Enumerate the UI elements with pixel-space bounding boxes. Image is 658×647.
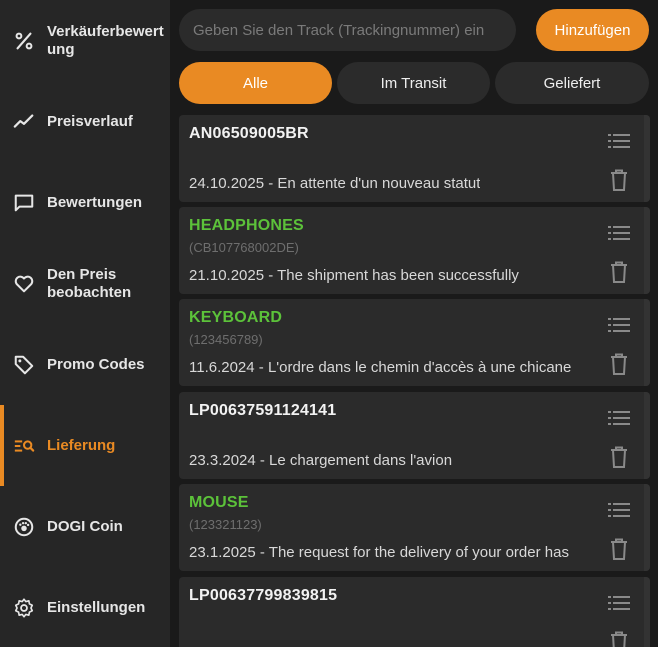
details-list-icon[interactable] <box>608 501 630 519</box>
track-title: LP00637799839815 <box>189 587 338 604</box>
tracking-card[interactable]: HEADPHONES (CB107768002DE) 21.10.2025 - … <box>179 207 650 294</box>
track-title: AN06509005BR <box>189 125 309 142</box>
sidebar-item-label: Preisverlauf <box>47 112 133 130</box>
trash-icon[interactable] <box>610 446 628 468</box>
sidebar-item-label: Promo Codes <box>47 355 145 373</box>
sidebar-item-promo-codes[interactable]: Promo Codes <box>0 324 170 405</box>
sidebar-item-watch-price[interactable]: Den Preis beobachten <box>0 243 170 324</box>
sidebar-item-label: Verkäuferbewertung <box>47 22 164 58</box>
sidebar-item-seller-rating[interactable]: Verkäuferbewertung <box>0 0 170 81</box>
trash-icon[interactable] <box>610 169 628 191</box>
card-scrollbar <box>644 577 650 647</box>
track-number: (123456789) <box>189 332 263 347</box>
delivery-panel: Hinzufügen Alle Im Transit Geliefert AN0… <box>170 0 658 647</box>
trash-icon[interactable] <box>610 261 628 283</box>
card-scrollbar <box>644 299 650 386</box>
details-list-icon[interactable] <box>608 132 630 150</box>
track-status: 23.3.2024 - Le chargement dans l'avion <box>189 452 453 469</box>
card-scrollbar <box>644 207 650 294</box>
sidebar-item-label: Den Preis beobachten <box>47 265 132 301</box>
trash-icon[interactable] <box>610 353 628 375</box>
tracking-card[interactable]: LP00637591124141 23.3.2024 - Le chargeme… <box>179 392 650 479</box>
sidebar: Verkäuferbewertung Preisverlauf Bewertun… <box>0 0 170 647</box>
filter-tab-in-transit[interactable]: Im Transit <box>337 62 490 104</box>
percent-icon <box>13 30 35 52</box>
coin-icon <box>13 516 35 538</box>
track-status: 21.10.2025 - The shipment has been succe… <box>189 267 519 284</box>
trash-icon[interactable] <box>610 538 628 560</box>
track-status: 11.6.2024 - L'ordre dans le chemin d'acc… <box>189 359 572 376</box>
tracking-card[interactable]: MOUSE (123321123) 23.1.2025 - The reques… <box>179 484 650 571</box>
tracking-number-input[interactable] <box>179 9 516 51</box>
details-list-icon[interactable] <box>608 224 630 242</box>
sidebar-item-label: Lieferung <box>47 436 116 454</box>
card-scrollbar <box>644 484 650 571</box>
track-number: (123321123) <box>189 517 262 532</box>
filter-tab-all[interactable]: Alle <box>179 62 332 104</box>
details-list-icon[interactable] <box>608 409 630 427</box>
sidebar-item-label: DOGI Coin <box>47 517 123 535</box>
heart-icon <box>13 273 35 295</box>
track-number: (CB107768002DE) <box>189 240 299 255</box>
sidebar-item-label: Einstellungen <box>47 598 146 616</box>
trend-line-icon <box>13 111 35 133</box>
tracking-card[interactable]: LP00637799839815 <box>179 577 650 647</box>
chat-bubble-icon <box>13 192 35 214</box>
sidebar-item-settings[interactable]: Einstellungen <box>0 567 170 647</box>
track-title: HEADPHONES <box>189 217 304 234</box>
card-scrollbar <box>644 115 650 202</box>
track-status: 24.10.2025 - En attente d'un nouveau sta… <box>189 175 481 192</box>
track-title: MOUSE <box>189 494 249 511</box>
sidebar-item-label: Bewertungen <box>47 193 143 211</box>
tag-icon <box>13 354 35 376</box>
trash-icon[interactable] <box>610 631 628 647</box>
tracking-card[interactable]: KEYBOARD (123456789) 11.6.2024 - L'ordre… <box>179 299 650 386</box>
sidebar-item-reviews[interactable]: Bewertungen <box>0 162 170 243</box>
sidebar-item-dogi-coin[interactable]: DOGI Coin <box>0 486 170 567</box>
sidebar-item-price-history[interactable]: Preisverlauf <box>0 81 170 162</box>
details-list-icon[interactable] <box>608 594 630 612</box>
filter-tab-delivered[interactable]: Geliefert <box>495 62 649 104</box>
track-title: KEYBOARD <box>189 309 283 326</box>
tracking-card[interactable]: AN06509005BR 24.10.2025 - En attente d'u… <box>179 115 650 202</box>
gear-icon <box>13 597 35 619</box>
track-status: 23.1.2025 - The request for the delivery… <box>189 544 569 561</box>
card-scrollbar <box>644 392 650 479</box>
add-tracking-button[interactable]: Hinzufügen <box>536 9 649 51</box>
sidebar-item-delivery[interactable]: Lieferung <box>0 405 170 486</box>
details-list-icon[interactable] <box>608 316 630 334</box>
track-title: LP00637591124141 <box>189 402 337 419</box>
delivery-search-icon <box>13 435 35 457</box>
